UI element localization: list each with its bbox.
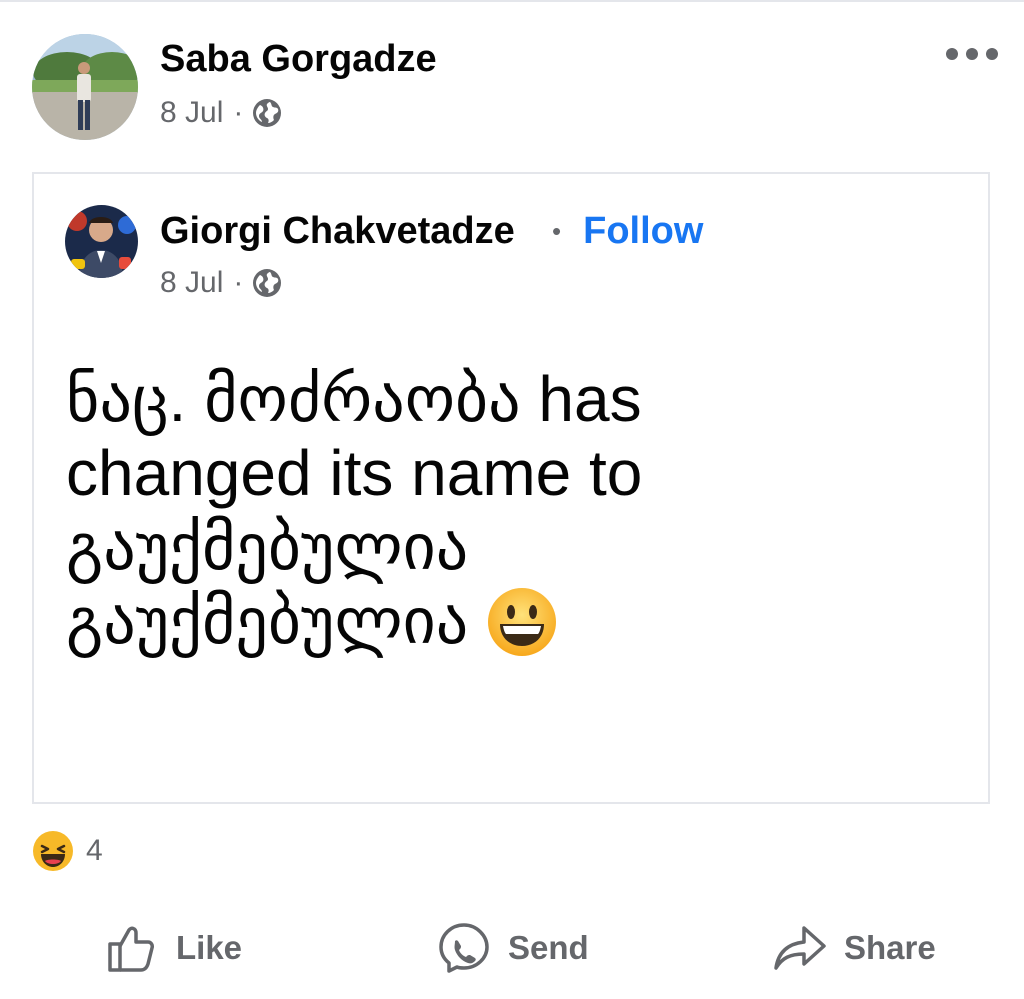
- post-text-line: გაუქმებულია: [66, 511, 469, 583]
- post-text-line: changed its name to: [66, 437, 643, 509]
- more-dot-icon: [966, 48, 978, 60]
- reactions-summary[interactable]: 4: [32, 830, 103, 872]
- share-label: Share: [844, 929, 936, 966]
- share-button[interactable]: Share: [772, 920, 936, 976]
- reaction-count: 4: [86, 834, 103, 867]
- shared-post-text: ნაც. მოძრაობა has changed its name to გა…: [66, 362, 946, 658]
- laughing-reaction-icon: [33, 831, 73, 871]
- send-button[interactable]: Send: [436, 920, 589, 976]
- grinning-face-emoji-icon: [488, 588, 557, 657]
- post-text-line: გაუქმებულია: [66, 585, 469, 657]
- more-dot-icon: [986, 48, 998, 60]
- globe-icon: [253, 99, 282, 127]
- shared-post-meta: 8 Jul ·: [160, 266, 283, 300]
- thumbs-up-icon: [108, 926, 154, 972]
- post-text-line: ნაც. მოძრაობა has: [66, 363, 642, 435]
- meta-separator: ·: [233, 96, 244, 129]
- follow-button[interactable]: Follow: [583, 210, 703, 253]
- author-avatar[interactable]: [32, 34, 138, 140]
- send-label: Send: [508, 929, 589, 966]
- like-label: Like: [176, 929, 243, 966]
- author-name[interactable]: Saba Gorgadze: [160, 38, 437, 81]
- shared-post-date[interactable]: 8 Jul: [160, 266, 223, 300]
- shared-author-name[interactable]: Giorgi Chakvetadze: [160, 210, 515, 253]
- more-options-button[interactable]: [946, 40, 998, 68]
- globe-icon: [253, 269, 282, 297]
- like-button[interactable]: Like: [104, 920, 242, 976]
- messenger-icon: [439, 923, 489, 973]
- meta-separator: ·: [233, 266, 244, 299]
- more-dot-icon: [946, 48, 958, 60]
- post-meta: 8 Jul ·: [160, 96, 283, 130]
- post-date[interactable]: 8 Jul: [160, 96, 223, 130]
- top-divider: [0, 0, 1024, 2]
- follow-group: • Follow: [552, 210, 703, 253]
- shared-author-avatar[interactable]: [65, 205, 138, 278]
- follow-separator: •: [552, 216, 562, 246]
- post-text-line-with-emoji: გაუქმებულია: [66, 584, 946, 658]
- share-arrow-icon: [774, 926, 826, 970]
